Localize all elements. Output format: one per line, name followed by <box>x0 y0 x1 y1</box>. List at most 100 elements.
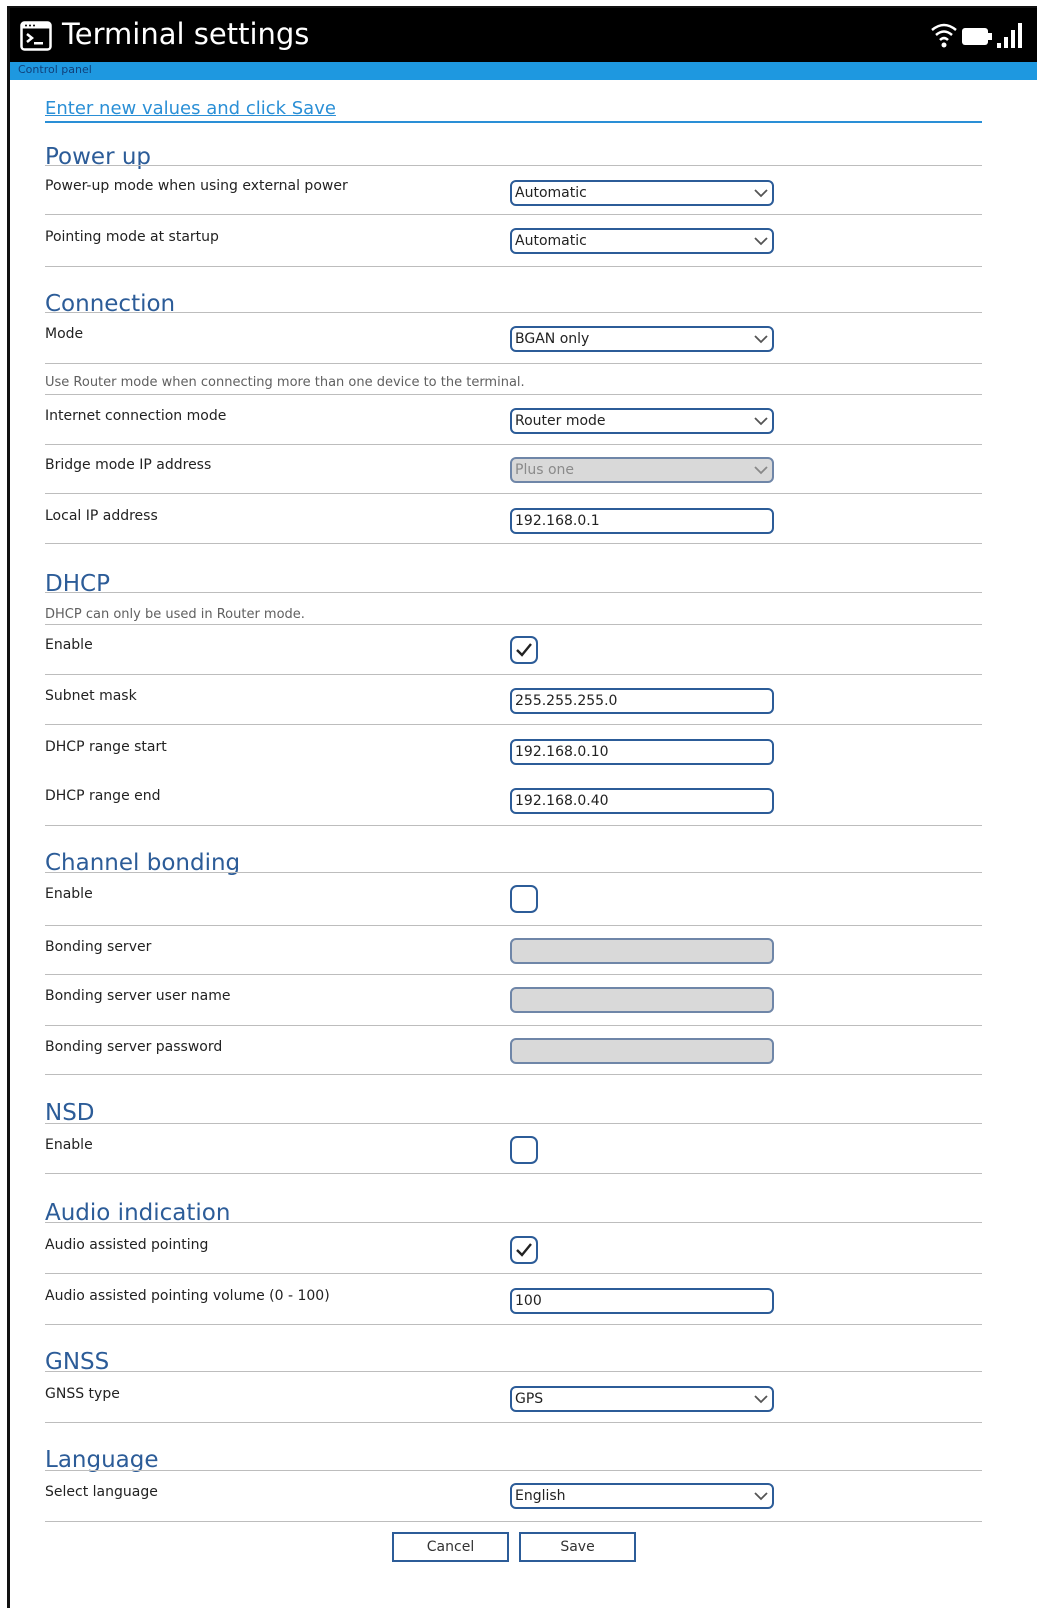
dhcp-range-start-label: DHCP range start <box>45 739 167 755</box>
chevron-down-icon <box>754 189 768 198</box>
divider <box>45 1025 982 1026</box>
local-ip-label: Local IP address <box>45 508 158 524</box>
chevron-down-icon <box>754 335 768 344</box>
divider <box>45 312 982 313</box>
divider <box>45 872 982 873</box>
nsd-enable-checkbox[interactable] <box>510 1136 538 1164</box>
power-up-mode-select[interactable]: Automatic <box>510 180 774 206</box>
select-value: Plus one <box>515 462 575 478</box>
divider <box>45 1222 982 1223</box>
input-value: 100 <box>515 1293 542 1309</box>
divider <box>45 674 982 675</box>
divider <box>45 1324 982 1325</box>
wifi-icon <box>931 23 957 48</box>
pointing-mode-label: Pointing mode at startup <box>45 229 219 245</box>
audio-assisted-pointing-label: Audio assisted pointing <box>45 1237 209 1253</box>
breadcrumb[interactable]: Control panel <box>18 63 92 76</box>
signal-icon <box>997 23 1022 48</box>
divider <box>45 974 982 975</box>
bonding-password-label: Bonding server password <box>45 1039 223 1055</box>
status-icons <box>931 23 1022 48</box>
bonding-user-input <box>510 987 774 1013</box>
subnet-mask-label: Subnet mask <box>45 688 137 704</box>
router-mode-note: Use Router mode when connecting more tha… <box>45 375 525 390</box>
checkmark-icon <box>516 1243 532 1257</box>
select-language-label: Select language <box>45 1484 158 1500</box>
select-value: English <box>515 1488 566 1504</box>
divider <box>45 825 982 826</box>
chevron-down-icon <box>754 466 768 475</box>
save-button[interactable]: Save <box>519 1532 636 1562</box>
divider <box>45 925 982 926</box>
mode-label: Mode <box>45 326 84 342</box>
divider <box>45 1173 982 1174</box>
connection-mode-select[interactable]: BGAN only <box>510 326 774 352</box>
divider <box>45 592 982 593</box>
bonding-enable-checkbox[interactable] <box>510 885 538 913</box>
title-bar: Terminal settings <box>10 8 1037 62</box>
language-select[interactable]: English <box>510 1483 774 1509</box>
input-value: 255.255.255.0 <box>515 693 618 709</box>
breadcrumb-bar: Control panel <box>10 62 1037 80</box>
bridge-mode-ip-select: Plus one <box>510 457 774 483</box>
gnss-type-select[interactable]: GPS <box>510 1386 774 1412</box>
pointing-mode-select[interactable]: Automatic <box>510 228 774 254</box>
select-value: Automatic <box>515 233 587 249</box>
divider <box>45 724 982 725</box>
divider <box>45 165 982 166</box>
select-value: GPS <box>515 1391 544 1407</box>
nsd-enable-label: Enable <box>45 1137 93 1153</box>
divider <box>45 543 982 544</box>
dhcp-enable-label: Enable <box>45 637 93 653</box>
battery-icon <box>962 28 992 45</box>
power-up-mode-label: Power-up mode when using external power <box>45 178 348 194</box>
chevron-down-icon <box>754 237 768 246</box>
divider <box>45 266 982 267</box>
local-ip-input[interactable]: 192.168.0.1 <box>510 508 774 534</box>
divider <box>45 214 982 215</box>
divider <box>45 1074 982 1075</box>
gnss-type-label: GNSS type <box>45 1386 120 1402</box>
page-title: Terminal settings <box>62 17 310 51</box>
audio-assisted-pointing-checkbox[interactable] <box>510 1236 538 1264</box>
chevron-down-icon <box>754 417 768 426</box>
bonding-server-label: Bonding server <box>45 939 152 955</box>
divider <box>45 444 982 445</box>
bonding-server-input <box>510 938 774 964</box>
bonding-enable-label: Enable <box>45 886 93 902</box>
internet-connection-mode-select[interactable]: Router mode <box>510 408 774 434</box>
select-value: Automatic <box>515 185 587 201</box>
bonding-password-input <box>510 1038 774 1064</box>
divider <box>45 1470 982 1471</box>
dhcp-range-start-input[interactable]: 192.168.0.10 <box>510 739 774 765</box>
divider <box>45 394 982 395</box>
bridge-mode-ip-label: Bridge mode IP address <box>45 457 212 473</box>
divider <box>45 363 982 364</box>
input-value: 192.168.0.10 <box>515 744 609 760</box>
dhcp-range-end-label: DHCP range end <box>45 788 161 804</box>
divider <box>45 121 982 123</box>
divider <box>45 1123 982 1124</box>
select-value: BGAN only <box>515 331 590 347</box>
chevron-down-icon <box>754 1395 768 1404</box>
audio-volume-input[interactable]: 100 <box>510 1288 774 1314</box>
cancel-button[interactable]: Cancel <box>392 1532 509 1562</box>
section-title-nsd: NSD <box>45 1100 95 1126</box>
dhcp-enable-checkbox[interactable] <box>510 636 538 664</box>
divider <box>45 1521 982 1522</box>
checkmark-icon <box>516 643 532 657</box>
window-frame-left <box>7 8 10 1608</box>
dhcp-note: DHCP can only be used in Router mode. <box>45 607 305 622</box>
divider <box>45 1422 982 1423</box>
chevron-down-icon <box>754 1492 768 1501</box>
bonding-user-label: Bonding server user name <box>45 988 231 1004</box>
dhcp-range-end-input[interactable]: 192.168.0.40 <box>510 788 774 814</box>
terminal-icon <box>20 21 52 51</box>
input-value: 192.168.0.1 <box>515 513 600 529</box>
divider <box>45 1371 982 1372</box>
divider <box>45 493 982 494</box>
section-title-language: Language <box>45 1447 159 1473</box>
select-value: Router mode <box>515 413 606 429</box>
instruction-text: Enter new values and click Save <box>45 98 336 119</box>
subnet-mask-input[interactable]: 255.255.255.0 <box>510 688 774 714</box>
